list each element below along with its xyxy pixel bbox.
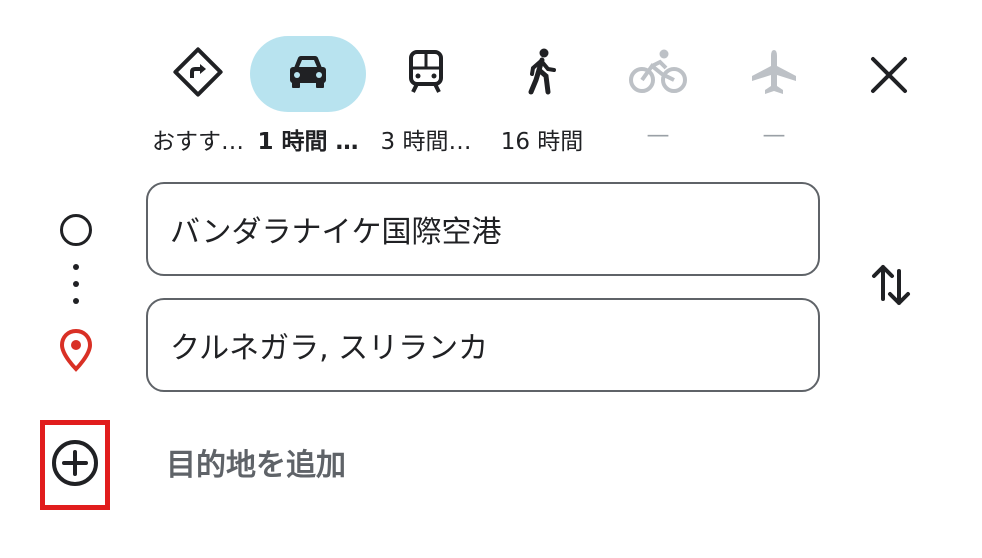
route-dots-icon — [72, 264, 80, 308]
mode-recommended[interactable]: おすす… — [140, 36, 256, 156]
travel-mode-bar: おすす… 1 時間 … 3 時間… 16 時間 — — — [140, 36, 860, 156]
bike-icon — [628, 46, 688, 102]
mode-label: おすす… — [152, 129, 244, 152]
origin-circle-icon — [60, 214, 92, 246]
mode-label: 1 時間 … — [257, 129, 359, 152]
mode-walking[interactable]: 16 時間 — [484, 36, 600, 156]
mode-label: — — [762, 122, 786, 148]
destination-field[interactable] — [146, 298, 820, 392]
close-button[interactable] — [860, 48, 918, 106]
train-icon — [400, 46, 452, 102]
walk-icon — [516, 46, 568, 102]
swap-vertical-icon — [869, 259, 913, 315]
add-destination-button[interactable] — [40, 420, 110, 510]
add-destination-label[interactable]: 目的地を追加 — [166, 440, 346, 484]
mode-transit[interactable]: 3 時間… — [368, 36, 484, 156]
swap-button[interactable] — [862, 258, 920, 316]
mode-driving[interactable]: 1 時間 … — [250, 36, 366, 156]
mode-label: 16 時間 — [500, 129, 584, 152]
origin-input[interactable] — [168, 210, 798, 248]
mode-label: 3 時間… — [380, 129, 472, 152]
mode-flight: — — [716, 36, 832, 156]
destination-pin-icon — [58, 328, 94, 376]
airplane-icon — [748, 46, 800, 102]
mode-cycling: — — [600, 36, 716, 156]
directions-icon — [172, 46, 224, 102]
origin-field[interactable] — [146, 182, 820, 276]
car-icon — [282, 46, 334, 102]
close-icon — [869, 55, 909, 99]
destination-input[interactable] — [168, 326, 798, 364]
mode-label: — — [646, 122, 670, 148]
add-circle-icon — [50, 438, 100, 492]
